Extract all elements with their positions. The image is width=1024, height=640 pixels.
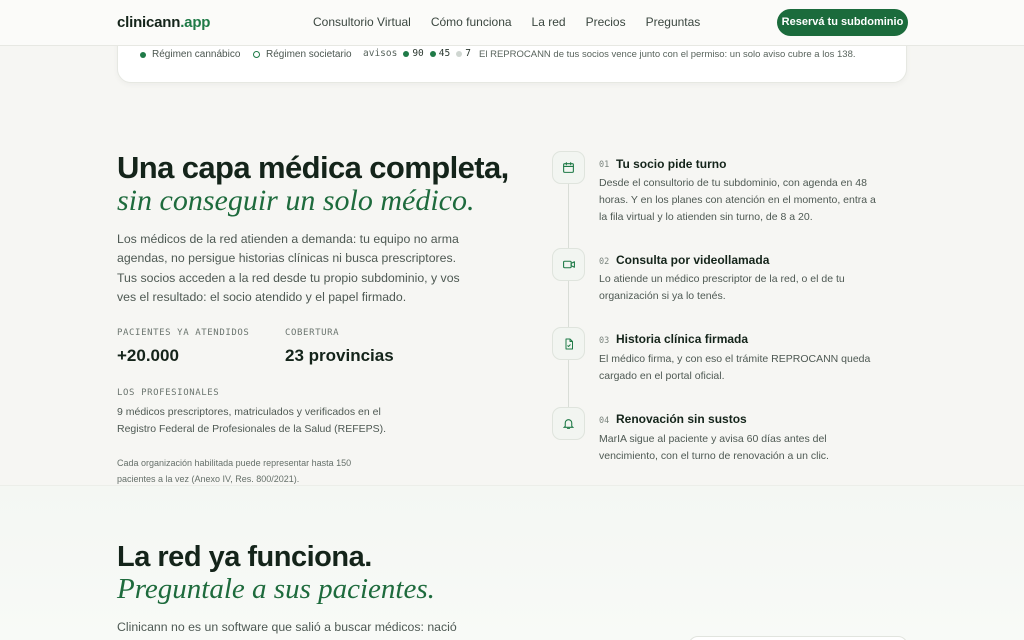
step-1-description: Desde el consultorio de tu subdominio, c…: [599, 177, 876, 223]
step-4-description: MarIA sigue al paciente y avisa 60 días …: [599, 433, 829, 462]
top-navigation: clinicann.app Consultorio Virtual Cómo f…: [0, 0, 1024, 46]
avisos-label: avisos: [363, 48, 398, 59]
legend-cannabico: Régimen cannábico: [140, 49, 240, 60]
document-icon: [552, 327, 585, 360]
calendar-icon: [552, 151, 585, 184]
avisos-counts: avisos 90 45 7: [363, 48, 471, 59]
count-green-value: 90: [412, 48, 424, 59]
network-title-italic: Preguntale a sus pacientes.: [117, 573, 435, 605]
nav-link-preguntas[interactable]: Preguntas: [646, 15, 701, 29]
count-green: 90: [403, 48, 424, 59]
step-4-number: 04: [599, 416, 610, 426]
renewal-note: El REPROCANN de tus socios vence junto c…: [479, 49, 856, 60]
step-2-description: Lo atiende un médico prescriptor de la r…: [599, 273, 845, 302]
stat-patients-label: PACIENTES YA ATENDIDOS: [117, 328, 250, 338]
section-title-italic: sin conseguir un solo médico.: [117, 184, 475, 217]
nav-link-como-funciona[interactable]: Cómo funciona: [431, 15, 512, 29]
network-lead: Clinicann no es un software que salió a …: [117, 620, 457, 634]
step-3-description: El médico firma, y con eso el trámite RE…: [599, 353, 871, 382]
step-2-title: Consulta por videollamada: [616, 253, 770, 267]
count-mid-value: 45: [438, 48, 451, 59]
nav-link-precios[interactable]: Precios: [586, 15, 626, 29]
legend-societario-label: Régimen societario: [266, 49, 352, 60]
brand-name: clinicann: [117, 14, 181, 31]
professionals-text: 9 médicos prescriptores, matriculados y …: [117, 406, 387, 435]
green-dot-icon: [429, 50, 436, 57]
step-4-title: Renovación sin sustos: [616, 412, 747, 426]
step-1-number: 01: [599, 160, 610, 170]
legend-societario: Régimen societario: [253, 49, 352, 60]
timeline-line: [568, 182, 569, 410]
section-lead: Los médicos de la red atienden a demanda…: [117, 232, 460, 304]
ring-dot-icon: [253, 51, 260, 58]
step-1-title: Tu socio pide turno: [616, 157, 727, 171]
network-card-edge: [688, 636, 908, 640]
nav-links: Consultorio Virtual Cómo funciona La red…: [313, 15, 700, 29]
reserve-subdomain-button[interactable]: Reservá tu subdominio: [777, 9, 908, 36]
legal-fine-print: Cada organización habilitada puede repre…: [117, 458, 352, 484]
count-mid: 45: [429, 48, 451, 59]
nav-link-consultorio[interactable]: Consultorio Virtual: [313, 15, 411, 29]
count-pale-value: 7: [465, 48, 471, 59]
brand-tld: .app: [180, 14, 211, 31]
section-divider: [0, 485, 1024, 486]
stat-coverage-value: 23 provincias: [285, 346, 394, 365]
bell-icon: [552, 407, 585, 440]
step-2-number: 02: [599, 257, 610, 267]
network-title: La red ya funciona.: [117, 541, 372, 573]
filled-dot-icon: [140, 51, 146, 58]
step-3-number: 03: [599, 336, 610, 346]
stat-coverage-label: COBERTURA: [285, 328, 340, 338]
legend-cannabico-label: Régimen cannábico: [152, 49, 241, 60]
step-3-title: Historia clínica firmada: [616, 332, 749, 346]
professionals-label: LOS PROFESIONALES: [117, 388, 220, 398]
section-title: Una capa médica completa,: [117, 150, 509, 185]
count-pale: 7: [456, 48, 471, 59]
video-icon: [552, 248, 585, 281]
stat-patients-value: +20.000: [117, 346, 179, 365]
nav-link-la-red[interactable]: La red: [532, 15, 566, 29]
pale-dot-icon: [456, 50, 463, 57]
brand-logo[interactable]: clinicann.app: [117, 14, 210, 31]
green-dot-icon: [403, 50, 410, 57]
